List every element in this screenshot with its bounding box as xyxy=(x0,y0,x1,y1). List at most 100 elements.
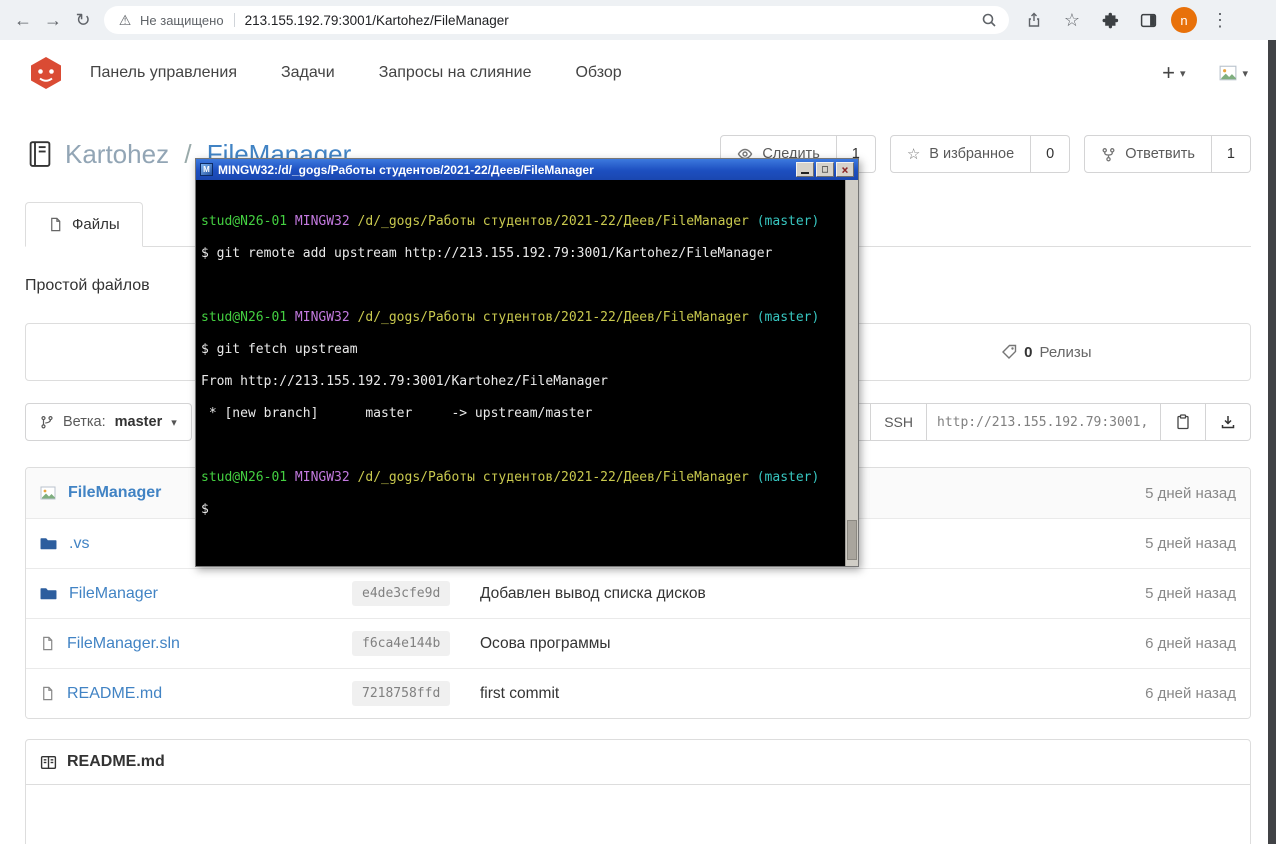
commit-message[interactable]: first commit xyxy=(480,685,559,702)
commit-hash[interactable]: e4de3cfe9d xyxy=(352,581,451,606)
gogs-logo[interactable] xyxy=(28,55,64,91)
readme-content xyxy=(26,785,1250,844)
terminal-cursor-line: $ xyxy=(201,502,209,517)
profile-avatar[interactable]: n xyxy=(1171,7,1197,33)
page-scrollbar[interactable] xyxy=(1268,40,1276,844)
latest-commit-age: 5 дней назад xyxy=(1145,484,1236,502)
releases-label: Релизы xyxy=(1039,343,1092,361)
minimize-icon xyxy=(801,172,809,174)
fork-icon xyxy=(1101,147,1116,162)
branch-icon xyxy=(40,415,54,429)
file-age: 6 дней назад xyxy=(1145,635,1236,652)
terminal-prompt-line: stud@N26-01 MINGW32 /d/_gogs/Работы студ… xyxy=(201,310,820,325)
file-age: 5 дней назад xyxy=(1145,585,1236,602)
branch-name: master xyxy=(114,414,163,430)
terminal-scrollbar-thumb[interactable] xyxy=(847,520,857,560)
restore-button[interactable]: □ xyxy=(816,162,834,177)
terminal-output[interactable]: stud@N26-01 MINGW32 /d/_gogs/Работы студ… xyxy=(196,180,858,566)
file-icon xyxy=(48,217,63,232)
tab-files-label: Файлы xyxy=(72,216,120,233)
fork-label: Ответвить xyxy=(1125,146,1195,162)
table-row: README.md 7218758ffd first commit 6 дней… xyxy=(26,668,1250,718)
url-text[interactable]: 213.155.192.79:3001/Kartohez/FileManager xyxy=(245,13,509,28)
address-bar[interactable]: ⚠ Не защищено 213.155.192.79:3001/Kartoh… xyxy=(104,6,1009,34)
ssh-protocol-button[interactable]: SSH xyxy=(871,403,927,441)
fork-button[interactable]: Ответвить xyxy=(1084,135,1212,173)
tab-files[interactable]: Файлы xyxy=(25,202,143,247)
terminal-prompt-line: stud@N26-01 MINGW32 /d/_gogs/Работы студ… xyxy=(201,214,820,229)
tag-icon xyxy=(1001,344,1017,360)
nav-explore[interactable]: Обзор xyxy=(575,64,621,82)
mingw-terminal-window[interactable]: M MINGW32:/d/_gogs/Работы студентов/2021… xyxy=(195,158,859,567)
file-link[interactable]: .vs xyxy=(69,535,89,553)
fork-count[interactable]: 1 xyxy=(1211,135,1251,173)
commit-message[interactable]: Осова программы xyxy=(480,635,611,652)
user-avatar-broken-image-icon xyxy=(1219,64,1237,82)
folder-icon xyxy=(40,585,57,602)
nav-pulls[interactable]: Запросы на слияние xyxy=(379,64,532,82)
branch-selector[interactable]: Ветка: master ▾ xyxy=(25,403,192,441)
new-repo-dropdown[interactable]: + ▾ xyxy=(1162,60,1185,86)
browser-toolbar: ← → ↻ ⚠ Не защищено 213.155.192.79:3001/… xyxy=(0,0,1276,40)
copy-url-button[interactable] xyxy=(1161,403,1206,441)
releases-count: 0 xyxy=(1024,343,1033,361)
clone-url-group: HTTP SSH xyxy=(806,403,1251,441)
latest-commit-link[interactable]: FileManager xyxy=(68,484,161,502)
terminal-title: MINGW32:/d/_gogs/Работы студентов/2021-2… xyxy=(218,162,594,177)
readme-header: README.md xyxy=(26,740,1250,785)
branch-label: Ветка: xyxy=(63,414,106,430)
plus-icon: + xyxy=(1162,60,1175,85)
gogs-nav-right: + ▾ ▾ xyxy=(1162,60,1248,86)
terminal-titlebar[interactable]: M MINGW32:/d/_gogs/Работы студентов/2021… xyxy=(196,159,858,180)
nav-issues[interactable]: Задачи xyxy=(281,64,335,82)
minimize-button[interactable] xyxy=(796,162,814,177)
file-link[interactable]: FileManager xyxy=(69,585,158,603)
back-icon[interactable]: ← xyxy=(8,5,38,35)
zoom-icon[interactable] xyxy=(981,12,997,28)
terminal-scrollbar[interactable] xyxy=(845,180,858,566)
bookmark-star-icon[interactable]: ☆ xyxy=(1057,5,1087,35)
extensions-puzzle-icon[interactable] xyxy=(1095,5,1125,35)
gogs-navbar: Панель управления Задачи Запросы на слия… xyxy=(0,40,1276,106)
mingw-icon: M xyxy=(200,163,213,176)
star-label: В избранное xyxy=(929,146,1015,162)
file-age: 5 дней назад xyxy=(1145,535,1236,552)
forward-icon[interactable]: → xyxy=(38,5,68,35)
user-menu[interactable]: ▾ xyxy=(1219,64,1248,82)
repo-owner-link[interactable]: Kartohez xyxy=(65,139,169,169)
file-link[interactable]: FileManager.sln xyxy=(67,635,180,653)
refresh-icon[interactable]: ↻ xyxy=(68,5,98,35)
download-button[interactable] xyxy=(1206,403,1251,441)
commit-hash[interactable]: 7218758ffd xyxy=(352,681,451,706)
commit-message[interactable]: Добавлен вывод списка дисков xyxy=(480,585,706,602)
side-panel-icon[interactable] xyxy=(1133,5,1163,35)
fork-group: Ответвить 1 xyxy=(1084,135,1251,173)
readme-book-icon xyxy=(40,754,57,771)
terminal-command: $ git remote add upstream http://213.155… xyxy=(201,246,773,261)
nav-dashboard[interactable]: Панель управления xyxy=(90,64,237,82)
chevron-down-icon: ▾ xyxy=(1242,67,1248,80)
repo-book-icon xyxy=(25,139,55,169)
readme-panel: README.md xyxy=(25,739,1251,844)
releases-stat[interactable]: 0 Релизы xyxy=(841,324,1250,380)
star-button[interactable]: ☆ В избранное xyxy=(889,135,1032,173)
file-link[interactable]: README.md xyxy=(67,685,162,703)
folder-icon xyxy=(40,535,57,552)
star-group: ☆ В избранное 0 xyxy=(889,135,1071,173)
close-button[interactable]: × xyxy=(836,162,854,177)
commit-hash[interactable]: f6ca4e144b xyxy=(352,631,451,656)
file-icon xyxy=(40,686,55,701)
terminal-command: $ git fetch upstream xyxy=(201,342,358,357)
browser-menu-icon[interactable]: ⋮ xyxy=(1205,5,1235,35)
close-icon: × xyxy=(841,162,849,177)
file-icon xyxy=(40,636,55,651)
share-icon[interactable] xyxy=(1019,5,1049,35)
address-divider xyxy=(233,13,235,27)
star-icon: ☆ xyxy=(906,146,921,163)
terminal-window-controls: □ × xyxy=(796,162,854,177)
terminal-output-line: From http://213.155.192.79:3001/Kartohez… xyxy=(201,374,608,389)
clone-url-input[interactable] xyxy=(927,403,1161,441)
chevron-down-icon: ▾ xyxy=(171,416,177,429)
star-count[interactable]: 0 xyxy=(1031,135,1071,173)
